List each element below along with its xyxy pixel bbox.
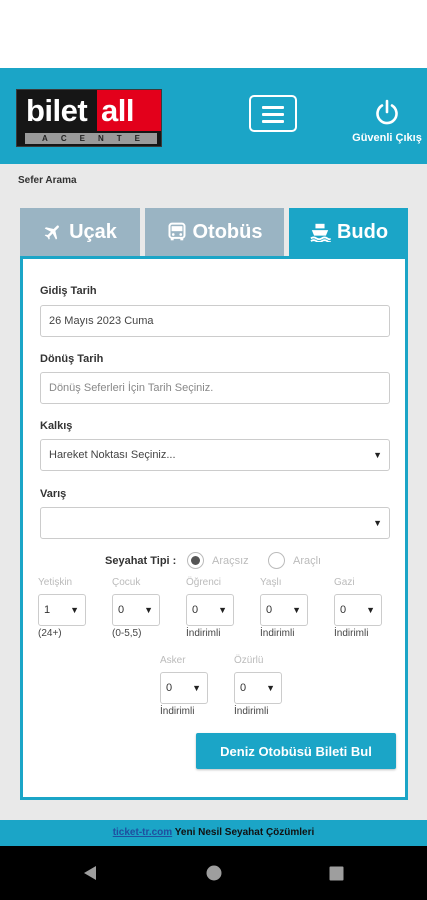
caret-down-icon: ▼ xyxy=(266,683,275,693)
menu-bar-2 xyxy=(262,113,284,116)
app-header: bilet all ACENTE Güvenli Çıkış xyxy=(0,68,427,164)
origin-label: Kalkış xyxy=(40,420,73,432)
menu-bar-3 xyxy=(262,120,284,123)
return-date-label: Dönüş Tarih xyxy=(40,353,104,365)
footer-tagline: Yeni Nesil Seyahat Çözümleri xyxy=(174,827,315,838)
passenger-adult-select[interactable]: 1 ▼ xyxy=(38,594,86,626)
trip-type-aracsiz-label: Araçsız xyxy=(212,555,249,567)
passenger-veteran-select[interactable]: 0 ▼ xyxy=(334,594,382,626)
caret-down-icon: ▼ xyxy=(366,605,375,615)
logo-agent-text: ACENTE xyxy=(42,134,153,143)
return-date-input[interactable]: Dönüş Seferleri İçin Tarih Seçiniz. xyxy=(40,372,390,404)
ship-icon xyxy=(310,223,331,242)
trip-type-aracli-radio[interactable] xyxy=(268,552,285,569)
passenger-soldier-value: 0 xyxy=(166,682,173,694)
plane-icon xyxy=(44,225,60,240)
tab-budo-label: Budo xyxy=(336,220,389,243)
caret-down-icon: ▼ xyxy=(192,683,201,693)
nav-home-button[interactable] xyxy=(199,846,229,900)
passenger-disabled-select[interactable]: 0 ▼ xyxy=(234,672,282,704)
recents-square-icon xyxy=(329,866,343,880)
logo-agent-strip: ACENTE xyxy=(25,133,157,144)
caret-down-icon: ▼ xyxy=(218,605,227,615)
back-triangle-icon xyxy=(84,866,96,880)
passenger-soldier-select[interactable]: 0 ▼ xyxy=(160,672,208,704)
passenger-child-select[interactable]: 0 ▼ xyxy=(112,594,160,626)
home-circle-icon xyxy=(206,865,222,881)
passenger-veteran-label: Gazi xyxy=(334,577,355,588)
logo-bilet-text: bilet xyxy=(26,93,88,128)
passenger-senior-note: İndirimli xyxy=(260,628,295,639)
nav-recents-button[interactable] xyxy=(321,846,351,900)
search-form: Gidiş Tarih 26 Mayıs 2023 Cuma Dönüş Tar… xyxy=(20,256,408,800)
caret-down-icon: ▼ xyxy=(144,605,153,615)
hamburger-menu-button[interactable] xyxy=(249,95,297,132)
origin-select-value: Hareket Noktası Seçiniz... xyxy=(49,449,176,461)
logo-all-text: all xyxy=(101,93,134,128)
passenger-disabled-value: 0 xyxy=(240,682,247,694)
passenger-senior-label: Yaşlı xyxy=(260,577,282,588)
footer-link[interactable]: ticket-tr.com xyxy=(113,827,172,838)
power-icon xyxy=(376,99,398,125)
logout-button[interactable]: Güvenli Çıkış xyxy=(348,98,426,150)
trip-type-aracsiz-radio[interactable] xyxy=(187,552,204,569)
passenger-veteran-value: 0 xyxy=(340,604,347,616)
passenger-adult-label: Yetişkin xyxy=(38,577,73,588)
passenger-student-select[interactable]: 0 ▼ xyxy=(186,594,234,626)
search-page: Sefer Arama Uçak Otobüs Budo Gidiş Tarih… xyxy=(0,164,427,820)
trip-type-row: Seyahat Tipi : Araçsız Araçlı xyxy=(23,552,405,572)
tab-otobus[interactable]: Otobüs xyxy=(145,208,284,256)
passenger-student-note: İndirimli xyxy=(186,628,221,639)
passenger-disabled-label: Özürlü xyxy=(234,655,264,666)
tab-ucak-label: Uçak xyxy=(69,220,117,243)
caret-down-icon: ▼ xyxy=(373,450,382,460)
footer: ticket-tr.com Yeni Nesil Seyahat Çözümle… xyxy=(0,820,427,846)
page-title: Sefer Arama xyxy=(18,175,77,186)
tab-otobus-label: Otobüs xyxy=(192,220,263,243)
trip-type-aracli-label: Araçlı xyxy=(293,555,322,567)
passenger-child-value: 0 xyxy=(118,604,125,616)
caret-down-icon: ▼ xyxy=(70,605,79,615)
destination-select[interactable]: ▼ xyxy=(40,507,390,539)
caret-down-icon: ▼ xyxy=(373,518,382,528)
tab-budo[interactable]: Budo xyxy=(289,208,408,256)
caret-down-icon: ▼ xyxy=(292,605,301,615)
trip-type-label: Seyahat Tipi : xyxy=(105,555,177,567)
menu-bar-1 xyxy=(262,106,284,109)
biletall-logo[interactable]: bilet all ACENTE xyxy=(16,89,162,147)
status-bar xyxy=(0,0,427,68)
passenger-senior-select[interactable]: 0 ▼ xyxy=(260,594,308,626)
passenger-child-note: (0-5,5) xyxy=(112,628,142,639)
nav-back-button[interactable] xyxy=(75,846,105,900)
departure-date-label: Gidiş Tarih xyxy=(40,285,97,297)
destination-label: Varış xyxy=(40,488,67,500)
tab-ucak[interactable]: Uçak xyxy=(20,208,140,256)
departure-date-input[interactable]: 26 Mayıs 2023 Cuma xyxy=(40,305,390,337)
bus-icon xyxy=(168,222,185,241)
passenger-student-label: Öğrenci xyxy=(186,577,222,588)
passenger-veteran-note: İndirimli xyxy=(334,628,369,639)
system-navigation-bar xyxy=(0,846,427,900)
passenger-soldier-label: Asker xyxy=(160,655,186,666)
passenger-child-label: Çocuk xyxy=(112,577,141,588)
logo-all-box: all xyxy=(97,90,161,131)
passenger-senior-value: 0 xyxy=(266,604,273,616)
passenger-adult-note: (24+) xyxy=(38,628,62,639)
passenger-student-value: 0 xyxy=(192,604,199,616)
origin-select[interactable]: Hareket Noktası Seçiniz... ▼ xyxy=(40,439,390,471)
find-ferry-ticket-button[interactable]: Deniz Otobüsü Bileti Bul xyxy=(196,733,396,769)
passenger-adult-value: 1 xyxy=(44,604,51,616)
logout-label: Güvenli Çıkış xyxy=(352,132,422,144)
passenger-soldier-note: İndirimli xyxy=(160,706,195,717)
passenger-disabled-note: İndirimli xyxy=(234,706,269,717)
